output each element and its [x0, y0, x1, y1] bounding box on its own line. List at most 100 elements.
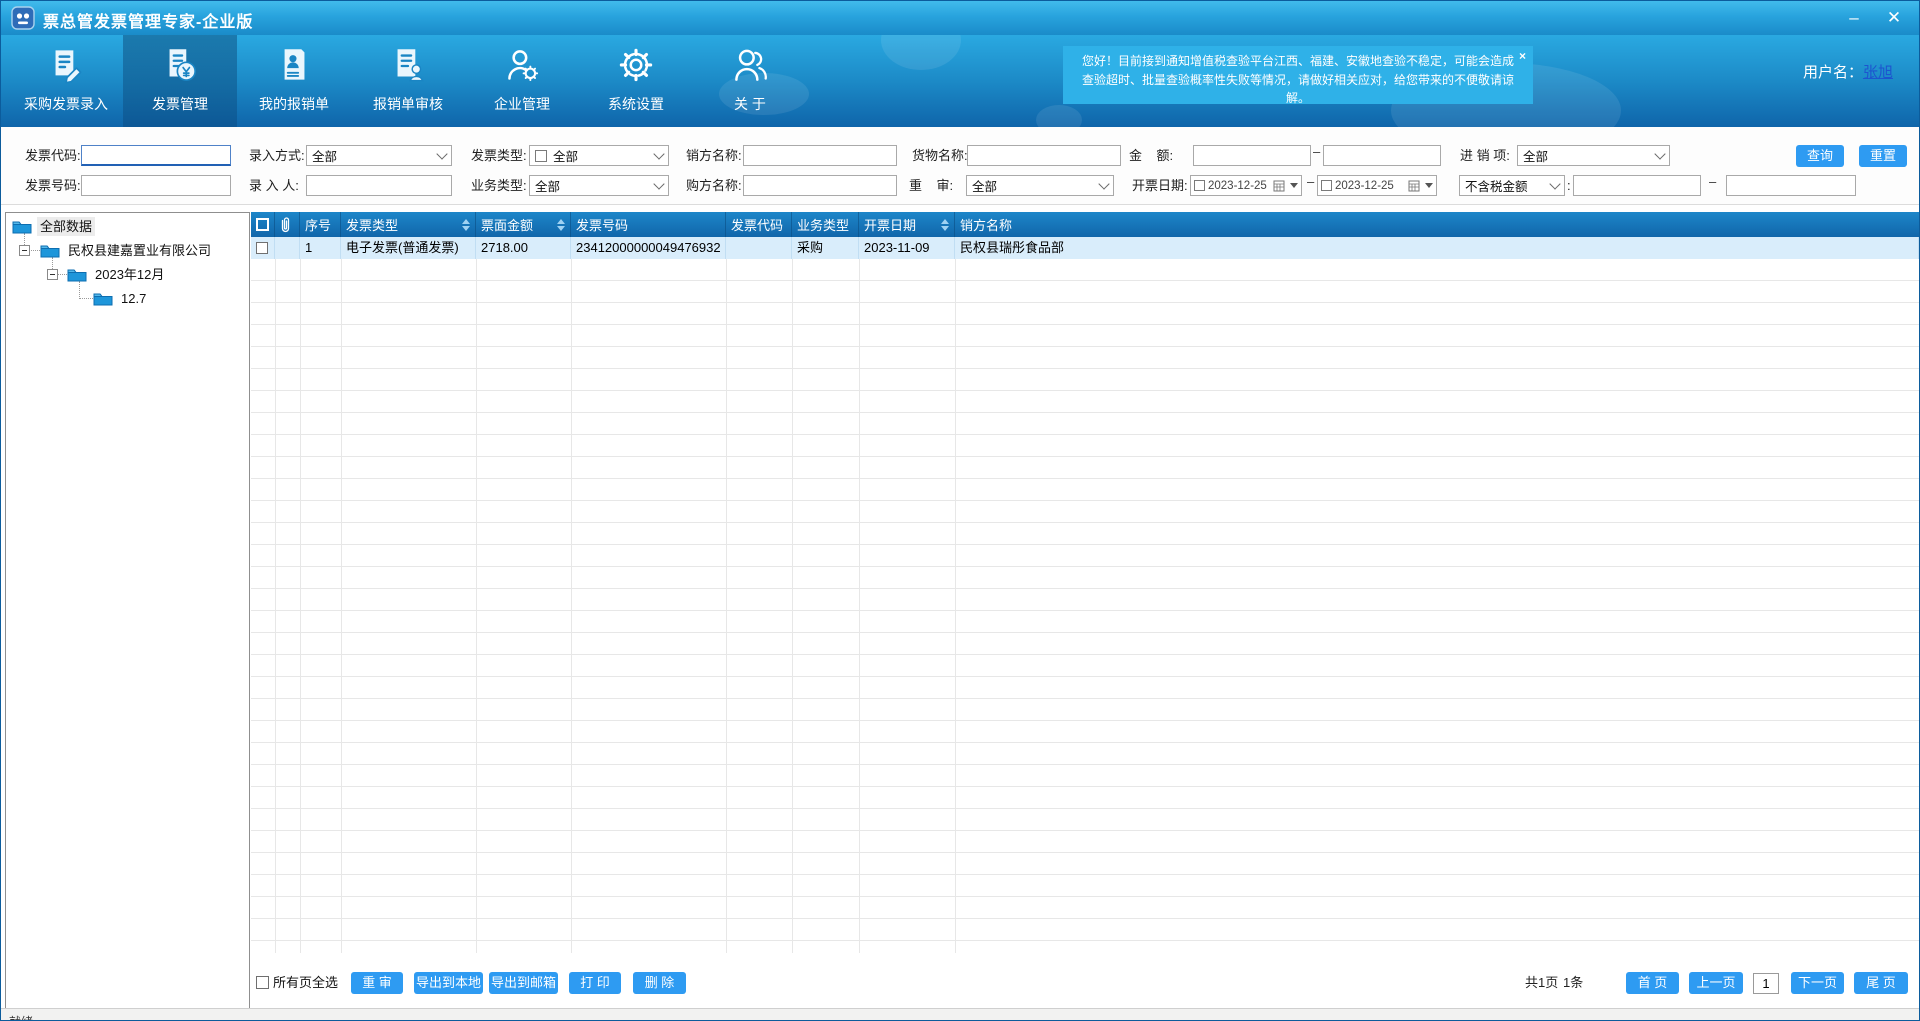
export-mail-button[interactable]: 导出到邮箱	[489, 972, 558, 994]
issue-date-label: 开票日期:	[1132, 175, 1188, 197]
header-attachment-cell	[275, 212, 300, 237]
header-invoice-type[interactable]: 发票类型	[341, 212, 476, 237]
entry-mode-label: 录入方式:	[249, 145, 305, 167]
recheck-label: 重 审:	[909, 175, 953, 197]
status-text: 就绪	[9, 1013, 33, 1021]
tree-node-month[interactable]: 2023年12月	[67, 265, 167, 284]
dropdown-arrow-icon	[1425, 183, 1433, 188]
grid-line	[955, 259, 956, 953]
page-number-input[interactable]	[1753, 973, 1779, 994]
reimburse-audit-icon	[385, 43, 431, 89]
amount-from-input[interactable]	[1193, 145, 1311, 166]
chevron-down-icon	[1549, 178, 1560, 189]
tab-invoice-management[interactable]: 发票管理	[123, 35, 237, 127]
date-to-checkbox[interactable]	[1321, 180, 1332, 191]
settings-gear-icon	[613, 43, 659, 89]
tax-amount-from-input[interactable]	[1573, 175, 1701, 196]
goods-name-input[interactable]	[967, 145, 1121, 166]
entry-person-label: 录 入 人:	[249, 175, 299, 197]
sort-icon[interactable]	[941, 219, 949, 231]
dropdown-arrow-icon	[1290, 183, 1298, 188]
query-button[interactable]: 查询	[1796, 145, 1844, 167]
tax-amount-type-select[interactable]: 不含税金额	[1459, 175, 1565, 196]
tree-expand-icon[interactable]	[19, 245, 30, 256]
date-from-picker[interactable]: 2023-12-25	[1190, 175, 1302, 196]
main-toolbar: 采购发票录入 发票管理 我的报销单 报销单审核 企业管理	[1, 35, 1919, 127]
row-checkbox[interactable]	[256, 242, 268, 254]
table-row[interactable]: 1 电子发票(普通发票) 2718.00 2341200000004947693…	[251, 237, 1919, 259]
inout-label: 进 销 项:	[1460, 145, 1510, 167]
buyer-name-input[interactable]	[743, 175, 897, 196]
tax-amount-to-input[interactable]	[1726, 175, 1856, 196]
export-local-button[interactable]: 导出到本地	[414, 972, 483, 994]
data-tree-panel: 全部数据 民权县建嘉置业有限公司 2023年12月 12.7	[5, 212, 250, 1010]
seller-name-label: 销方名称:	[686, 145, 742, 167]
tab-system-settings[interactable]: 系统设置	[579, 35, 693, 127]
delete-button[interactable]: 删 除	[633, 972, 686, 994]
user-label: 用户名：	[1803, 64, 1863, 81]
header-select-cell	[251, 212, 275, 237]
chevron-down-icon	[653, 178, 664, 189]
tree-expand-icon[interactable]	[47, 269, 58, 280]
select-all-pages-label: 所有页全选	[273, 972, 338, 994]
paperclip-icon	[280, 217, 291, 233]
recheck-select[interactable]: 全部	[966, 175, 1114, 196]
status-bar: 就绪	[1, 1008, 1919, 1021]
close-button[interactable]: ✕	[1881, 5, 1907, 31]
grid-line	[476, 259, 477, 953]
page-total-text: 共1页	[1525, 972, 1558, 994]
tree-node-day[interactable]: 12.7	[93, 289, 149, 308]
minimize-button[interactable]: –	[1841, 5, 1867, 31]
cell-face-amount: 2718.00	[476, 237, 571, 259]
amount-type-colon: :	[1567, 175, 1571, 197]
my-reimburse-icon	[271, 43, 317, 89]
notice-close-icon[interactable]: ×	[1519, 47, 1526, 66]
folder-icon	[93, 291, 113, 306]
first-page-button[interactable]: 首 页	[1626, 972, 1679, 994]
tab-about[interactable]: 关 于	[693, 35, 807, 127]
tree-node-company[interactable]: 民权县建嘉置业有限公司	[40, 241, 214, 260]
table-empty-grid	[251, 259, 1919, 953]
select-all-rows-checkbox[interactable]	[256, 218, 269, 231]
header-invoice-number: 发票号码	[571, 212, 726, 237]
seller-name-input[interactable]	[743, 145, 897, 166]
invoice-type-label: 发票类型:	[471, 145, 527, 167]
date-from-checkbox[interactable]	[1194, 180, 1205, 191]
tree-node-all-data[interactable]: 全部数据	[12, 217, 95, 236]
tab-my-reimbursement[interactable]: 我的报销单	[237, 35, 351, 127]
decor-bubble	[1036, 105, 1082, 127]
select-all-pages-checkbox[interactable]	[256, 976, 269, 989]
recheck-button[interactable]: 重 审	[351, 972, 403, 994]
reset-button[interactable]: 重置	[1859, 145, 1907, 167]
cell-biz-type: 采购	[792, 237, 859, 259]
sort-icon[interactable]	[462, 219, 470, 231]
header-face-amount[interactable]: 票面金额	[476, 212, 571, 237]
invoice-type-checkbox[interactable]	[535, 150, 547, 162]
next-page-button[interactable]: 下一页	[1791, 972, 1844, 994]
inout-select[interactable]: 全部	[1517, 145, 1670, 166]
business-type-select[interactable]: 全部	[529, 175, 669, 196]
date-to-picker[interactable]: 2023-12-25	[1317, 175, 1437, 196]
cell-invoice-number: 23412000000049476932	[571, 237, 726, 259]
window-title: 票总管发票管理专家-企业版	[43, 8, 253, 32]
invoice-number-input[interactable]	[81, 175, 231, 196]
prev-page-button[interactable]: 上一页	[1689, 972, 1743, 994]
invoice-manage-icon	[157, 43, 203, 89]
last-page-button[interactable]: 尾 页	[1854, 972, 1908, 994]
user-name-link[interactable]: 张旭	[1863, 64, 1893, 81]
entry-person-input[interactable]	[306, 175, 452, 196]
sort-icon[interactable]	[557, 219, 565, 231]
amount-to-input[interactable]	[1323, 145, 1441, 166]
entry-mode-select[interactable]: 全部	[306, 145, 452, 166]
header-issue-date[interactable]: 开票日期	[859, 212, 955, 237]
tab-purchase-invoice-entry[interactable]: 采购发票录入	[9, 35, 123, 127]
folder-icon	[67, 267, 87, 282]
invoice-type-select[interactable]: 全部	[529, 145, 669, 166]
tab-enterprise-management[interactable]: 企业管理	[465, 35, 579, 127]
app-icon	[11, 6, 35, 30]
invoice-code-input[interactable]	[81, 145, 231, 166]
print-button[interactable]: 打 印	[569, 972, 621, 994]
chevron-down-icon	[653, 148, 664, 159]
tab-reimbursement-audit[interactable]: 报销单审核	[351, 35, 465, 127]
header-seller-name: 销方名称	[955, 212, 1919, 237]
